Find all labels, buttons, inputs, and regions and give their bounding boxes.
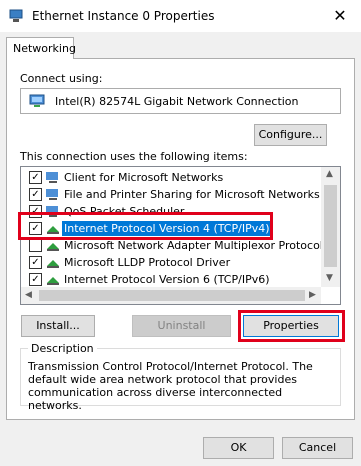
highlight-box-properties <box>238 310 345 342</box>
list-item[interactable]: ✓ Microsoft LLDP Protocol Driver <box>21 254 321 271</box>
scroll-right-icon[interactable]: ▶ <box>309 290 316 300</box>
adapter-field: Intel(R) 82574L Gigabit Network Connecti… <box>20 88 341 114</box>
description-text: Transmission Control Protocol/Internet P… <box>28 360 313 412</box>
checkbox[interactable]: ✓ <box>29 171 42 184</box>
description-legend: Description <box>28 342 97 355</box>
scroll-thumb[interactable] <box>324 185 337 267</box>
close-button[interactable]: ✕ <box>330 6 350 26</box>
highlight-box-ipv4 <box>18 212 273 240</box>
configure-button[interactable]: Configure... <box>254 124 327 146</box>
item-label: Internet Protocol Version 6 (TCP/IPv6) <box>64 273 270 286</box>
checkbox[interactable]: ✓ <box>29 188 42 201</box>
list-item[interactable]: ✓ Internet Protocol Version 6 (TCP/IPv6) <box>21 271 321 288</box>
protocol-icon <box>47 277 59 285</box>
tab-networking[interactable]: Networking <box>6 37 76 59</box>
checkbox[interactable] <box>29 239 42 252</box>
uninstall-button[interactable]: Uninstall <box>132 315 231 337</box>
list-item[interactable]: ✓ Client for Microsoft Networks <box>21 169 321 186</box>
tab-label: Networking <box>13 42 76 55</box>
list-item[interactable]: ✓ File and Printer Sharing for Microsoft… <box>21 186 321 203</box>
window-title: Ethernet Instance 0 Properties <box>32 9 215 23</box>
scroll-thumb[interactable] <box>39 290 305 301</box>
network-service-icon <box>46 189 58 200</box>
adapter-name: Intel(R) 82574L Gigabit Network Connecti… <box>55 95 299 108</box>
network-adapter-icon <box>9 9 23 22</box>
scroll-up-icon[interactable]: ▲ <box>326 169 333 179</box>
protocol-icon <box>47 260 59 268</box>
scroll-left-icon[interactable]: ◀ <box>25 290 32 300</box>
item-label: Client for Microsoft Networks <box>64 171 224 184</box>
cancel-button[interactable]: Cancel <box>282 437 353 459</box>
scroll-down-icon[interactable]: ▼ <box>326 273 333 283</box>
network-adapter-icon <box>29 94 45 107</box>
install-button[interactable]: Install... <box>21 315 95 337</box>
item-label: Microsoft LLDP Protocol Driver <box>64 256 231 269</box>
item-label: Microsoft Network Adapter Multiplexor Pr… <box>64 239 323 252</box>
connect-using-label: Connect using: <box>20 72 103 85</box>
network-client-icon <box>46 172 58 183</box>
checkbox[interactable]: ✓ <box>29 256 42 269</box>
checkbox[interactable]: ✓ <box>29 273 42 286</box>
vertical-scrollbar[interactable]: ▲ ▼ <box>321 167 340 287</box>
ok-button[interactable]: OK <box>203 437 274 459</box>
horizontal-scrollbar[interactable]: ◀ ▶ <box>21 287 321 304</box>
item-label: File and Printer Sharing for Microsoft N… <box>64 188 320 201</box>
title-bar: Ethernet Instance 0 Properties ✕ <box>0 0 361 32</box>
protocol-icon <box>47 243 59 251</box>
items-label: This connection uses the following items… <box>20 150 248 163</box>
